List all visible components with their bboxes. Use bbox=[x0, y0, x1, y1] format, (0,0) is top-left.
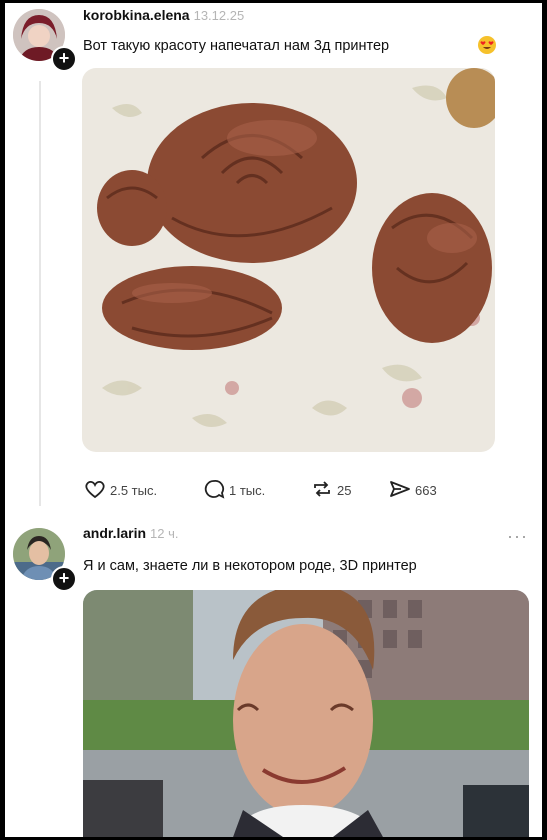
post-username[interactable]: korobkina.elena 13.12.25 bbox=[83, 7, 244, 23]
comment-count: 1 тыс. bbox=[229, 483, 266, 498]
heart-icon bbox=[84, 479, 106, 502]
send-icon bbox=[389, 479, 411, 502]
comment-button[interactable]: 1 тыс. bbox=[203, 479, 265, 502]
more-options-icon[interactable]: ··· bbox=[507, 526, 528, 547]
post-text: Вот такую красоту напечатал нам 3д принт… bbox=[83, 38, 390, 54]
follow-plus-icon[interactable]: + bbox=[51, 566, 77, 592]
share-button[interactable]: 663 bbox=[389, 479, 437, 502]
post-text: Я и сам, знаете ли в некотором роде, 3D … bbox=[83, 558, 417, 574]
repost-button[interactable]: 25 bbox=[311, 479, 351, 502]
share-count: 663 bbox=[415, 483, 437, 498]
like-count: 2.5 тыс. bbox=[110, 483, 158, 498]
thread-connector-line bbox=[39, 81, 41, 506]
comment-bubble-icon bbox=[203, 479, 225, 502]
follow-plus-icon[interactable]: + bbox=[51, 46, 77, 72]
post-timestamp: 13.12.25 bbox=[193, 8, 245, 23]
post-image[interactable] bbox=[82, 68, 495, 452]
like-button[interactable]: 2.5 тыс. bbox=[84, 479, 157, 502]
repost-icon bbox=[311, 479, 333, 502]
thread-view: + korobkina.elena 13.12.25 Вот такую крас… bbox=[5, 3, 542, 837]
post-username[interactable]: andr.larin 12 ч. bbox=[83, 525, 179, 541]
post-image[interactable] bbox=[83, 590, 529, 837]
post-timestamp: 12 ч. bbox=[150, 526, 179, 541]
heart-eyes-emoji-icon bbox=[478, 36, 496, 54]
repost-count: 25 bbox=[337, 483, 352, 498]
